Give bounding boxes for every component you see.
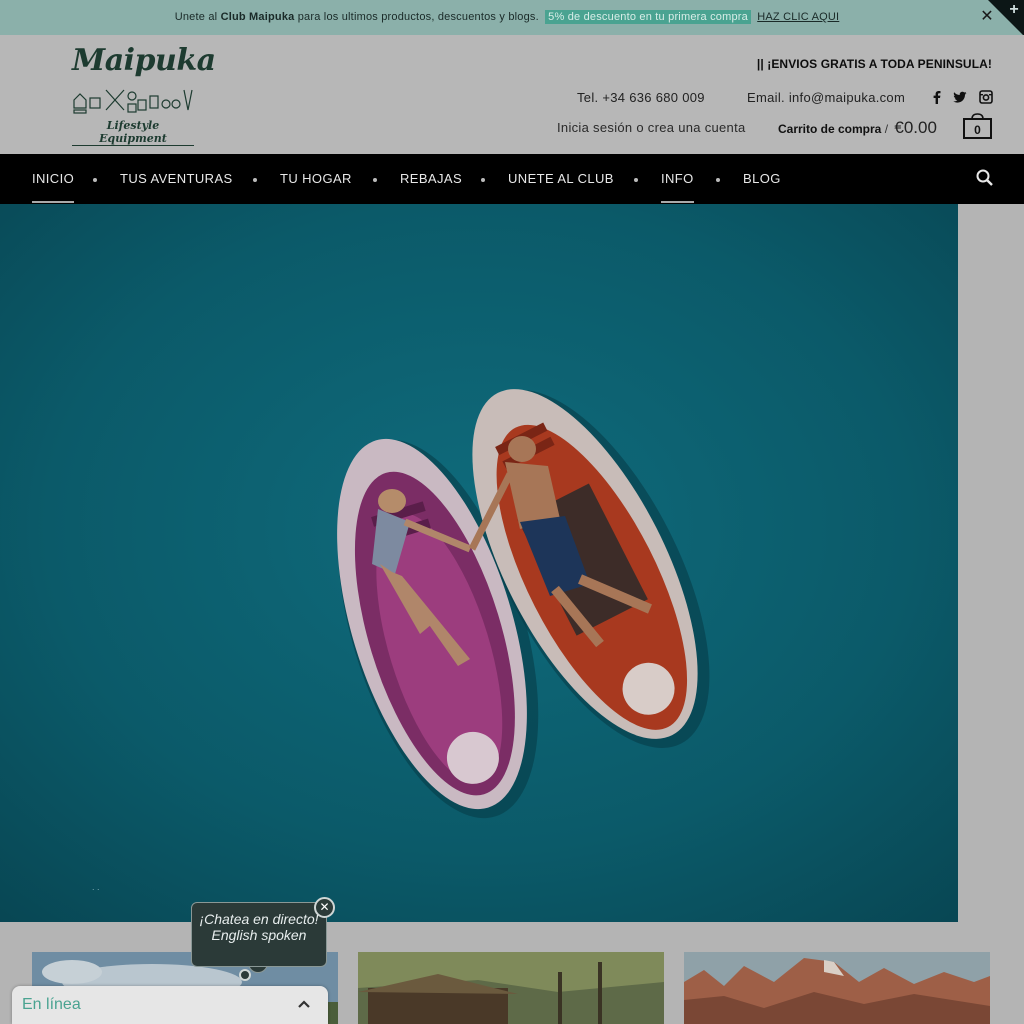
nav-separator bbox=[481, 178, 485, 182]
nav-item-info[interactable]: INFO bbox=[661, 171, 694, 203]
cart-count: 0 bbox=[974, 123, 981, 137]
logo-tagline: Lifestyle Equipment bbox=[72, 119, 194, 146]
nav-item-unete-al-club[interactable]: UNETE AL CLUB bbox=[508, 171, 614, 186]
chat-avatar-dot bbox=[239, 969, 251, 981]
category-thumb-2[interactable] bbox=[358, 952, 664, 1024]
announcement-middle: para los ultimos productos, descuentos y… bbox=[297, 11, 539, 23]
discount-badge: 5% de descuento en tu primera compra bbox=[545, 10, 751, 24]
nav-separator bbox=[634, 178, 638, 182]
announcement-message: Unete al Club Maipuka para los ultimos p… bbox=[0, 10, 1014, 24]
cart-summary[interactable]: Carrito de compra / €0.00 bbox=[778, 118, 937, 138]
facebook-icon[interactable] bbox=[930, 90, 944, 104]
thumb-image-forest bbox=[358, 952, 664, 1024]
svg-text:. .: . . bbox=[92, 882, 100, 892]
logo[interactable]: Maipuka Lifestyle Equipment bbox=[72, 43, 216, 146]
main-nav: INICIO TUS AVENTURAS TU HOGAR REBAJAS UN… bbox=[0, 154, 1024, 204]
search-icon[interactable] bbox=[975, 168, 995, 188]
nav-separator bbox=[253, 178, 257, 182]
shipping-banner: || ¡ENVIOS GRATIS A TODA PENINSULA! bbox=[756, 57, 992, 71]
plus-icon[interactable]: + bbox=[1006, 2, 1022, 18]
announcement-cta-link[interactable]: HAZ CLIC AQUI bbox=[757, 11, 839, 23]
announcement-prefix: Unete al bbox=[174, 11, 218, 23]
nav-separator bbox=[93, 178, 97, 182]
nav-item-rebajas[interactable]: REBAJAS bbox=[400, 171, 462, 186]
logo-wordmark: Maipuka bbox=[72, 43, 216, 78]
phone-link[interactable]: Tel. +34 636 680 009 bbox=[577, 90, 705, 105]
logo-icons bbox=[73, 89, 193, 114]
thumb-image-canyon bbox=[684, 952, 990, 1024]
instagram-icon[interactable] bbox=[979, 90, 993, 104]
nav-item-tus-aventuras[interactable]: TUS AVENTURAS bbox=[120, 171, 233, 186]
chat-close-icon[interactable]: ✕ bbox=[314, 897, 335, 918]
hero-image: . . bbox=[0, 204, 958, 922]
nav-item-blog[interactable]: BLOG bbox=[743, 171, 781, 186]
chevron-up-icon[interactable] bbox=[296, 996, 312, 1012]
cart-amount: €0.00 bbox=[894, 118, 937, 137]
chat-status: En línea bbox=[22, 996, 81, 1013]
nav-item-inicio[interactable]: INICIO bbox=[32, 171, 75, 203]
chat-bar[interactable]: En línea bbox=[12, 986, 328, 1024]
nav-separator bbox=[373, 178, 377, 182]
cart-bag-icon[interactable]: 0 bbox=[963, 113, 992, 139]
category-thumb-3[interactable] bbox=[684, 952, 990, 1024]
nav-item-tu-hogar[interactable]: TU HOGAR bbox=[280, 171, 352, 186]
hero-banner[interactable]: . . bbox=[0, 204, 958, 922]
announcement-bar: Unete al Club Maipuka para los ultimos p… bbox=[0, 0, 1024, 35]
cart-separator: / bbox=[884, 122, 889, 136]
email-link[interactable]: Email. info@maipuka.com bbox=[747, 90, 905, 105]
announcement-club: Club Maipuka bbox=[220, 11, 295, 23]
chat-invite-bubble[interactable]: ¡Chatea en directo! English spoken bbox=[191, 902, 327, 967]
twitter-icon[interactable] bbox=[953, 90, 967, 104]
cart-label: Carrito de compra bbox=[778, 122, 882, 136]
nav-separator bbox=[716, 178, 720, 182]
site-header: Maipuka Lifestyle Equipment || ¡ENVIOS G… bbox=[0, 35, 1024, 154]
login-link[interactable]: Inicia sesión o crea una cuenta bbox=[557, 120, 746, 135]
